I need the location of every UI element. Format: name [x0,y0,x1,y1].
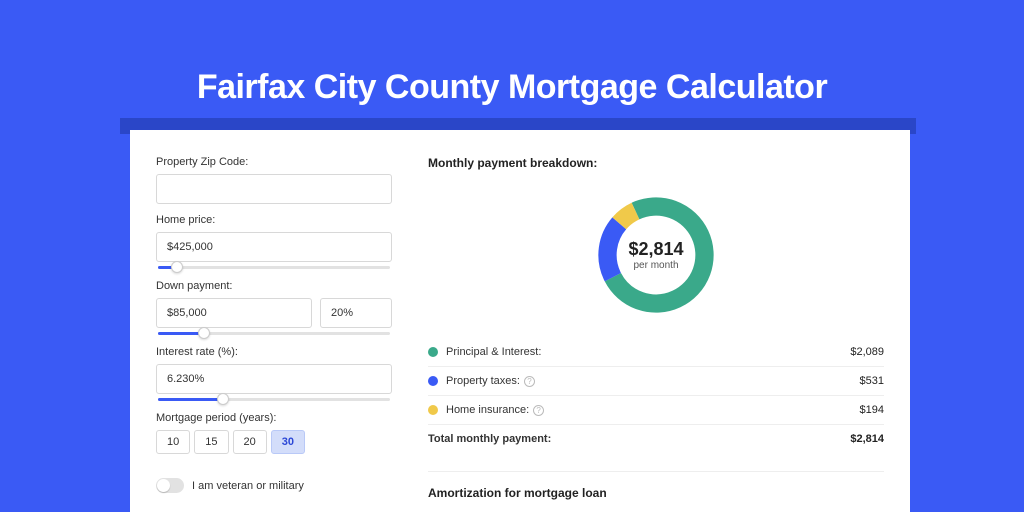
page-root: Fairfax City County Mortgage Calculator … [0,0,1024,512]
rate-slider[interactable] [158,398,390,402]
veteran-label: I am veteran or military [192,480,304,492]
breakdown-title: Monthly payment breakdown: [428,156,884,170]
period-button-15[interactable]: 15 [194,430,228,454]
down-pct-input[interactable] [320,298,392,328]
period-button-30[interactable]: 30 [271,430,305,454]
info-icon[interactable]: ? [533,405,544,416]
calculator-card: Property Zip Code: Home price: Down paym… [130,130,910,512]
dot-principal [428,347,438,357]
label-principal: Principal & Interest: [446,346,541,358]
label-taxes: Property taxes: [446,375,520,387]
down-input[interactable] [156,298,312,328]
amort-title: Amortization for mortgage loan [428,486,884,500]
row-principal: Principal & Interest: $2,089 [428,338,884,366]
inputs-column: Property Zip Code: Home price: Down paym… [130,130,410,512]
info-icon[interactable]: ? [524,376,535,387]
period-button-20[interactable]: 20 [233,430,267,454]
price-label: Home price: [156,214,392,226]
period-label: Mortgage period (years): [156,412,392,424]
zip-label: Property Zip Code: [156,156,392,168]
donut-center: $2,814 per month [628,239,683,271]
slider-thumb[interactable] [217,393,229,405]
page-title: Fairfax City County Mortgage Calculator [0,68,1024,107]
label-insurance: Home insurance: [446,404,529,416]
donut-chart: $2,814 per month [428,182,884,328]
dot-insurance [428,405,438,415]
row-insurance: Home insurance: ? $194 [428,395,884,424]
period-row: 10152030 [156,430,392,454]
dot-taxes [428,376,438,386]
rate-input[interactable] [156,364,392,394]
veteran-toggle[interactable] [156,478,184,493]
period-button-10[interactable]: 10 [156,430,190,454]
donut-amount: $2,814 [628,239,683,260]
down-label: Down payment: [156,280,392,292]
amortization-section: Amortization for mortgage loan Amortizat… [428,471,884,512]
slider-thumb[interactable] [198,327,210,339]
value-total: $2,814 [850,433,884,445]
value-principal: $2,089 [850,346,884,358]
price-slider[interactable] [158,266,390,270]
row-total: Total monthly payment: $2,814 [428,424,884,453]
row-taxes: Property taxes: ? $531 [428,366,884,395]
label-total: Total monthly payment: [428,433,551,445]
value-insurance: $194 [860,404,884,416]
results-column: Monthly payment breakdown: $2,814 per mo… [410,130,910,512]
donut-sub: per month [628,260,683,271]
down-slider[interactable] [158,332,390,336]
value-taxes: $531 [860,375,884,387]
price-input[interactable] [156,232,392,262]
zip-input[interactable] [156,174,392,204]
rate-label: Interest rate (%): [156,346,392,358]
breakdown-list: Principal & Interest: $2,089 Property ta… [428,338,884,453]
slider-thumb[interactable] [171,261,183,273]
